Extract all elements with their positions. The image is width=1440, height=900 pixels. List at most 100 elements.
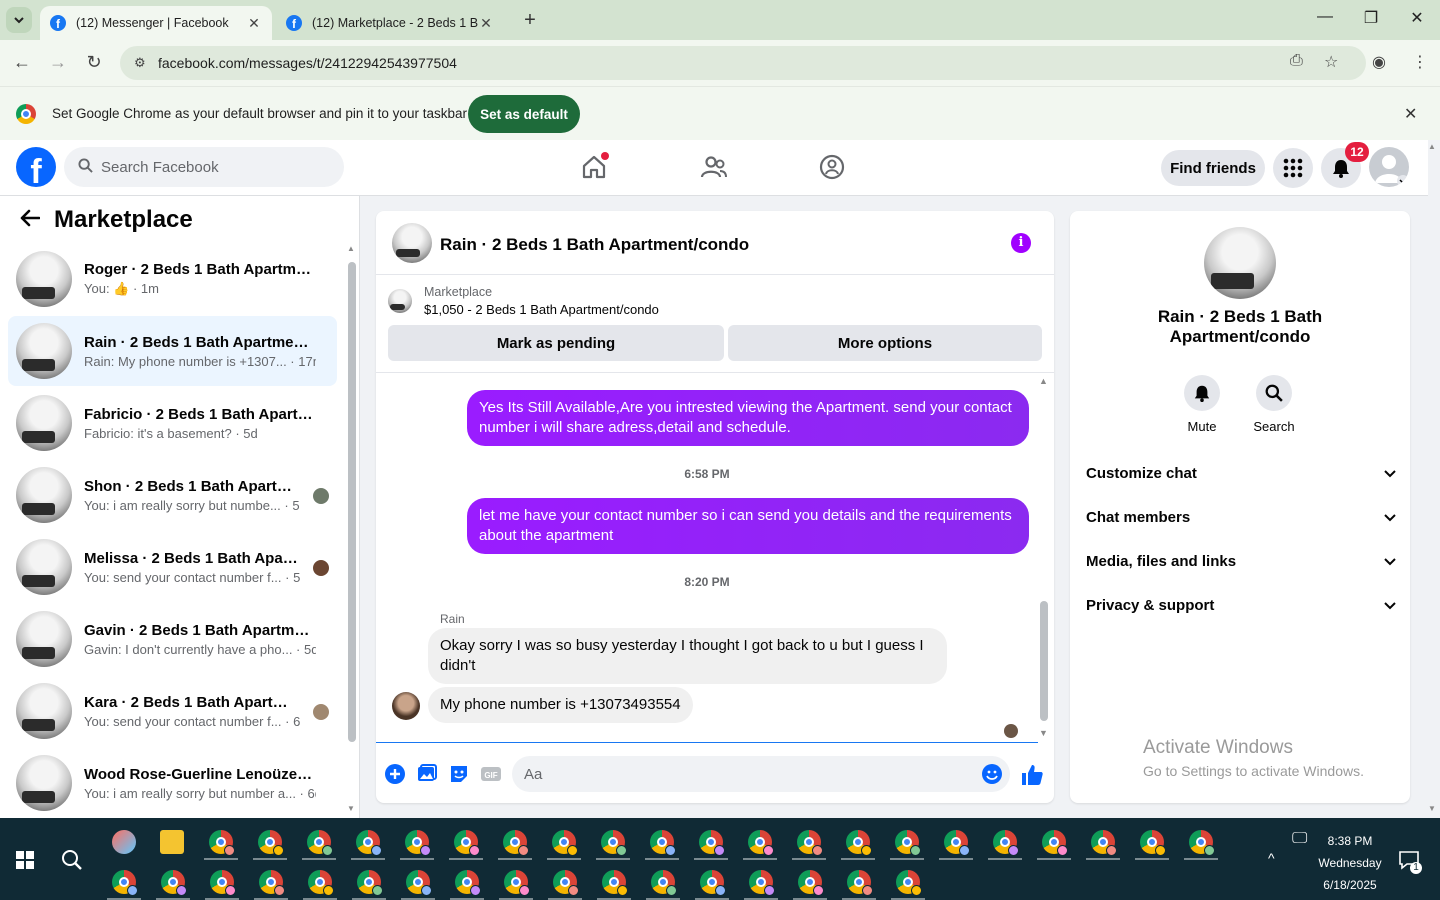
chrome-profile-icon[interactable] <box>651 870 677 896</box>
conversation-item-active[interactable]: Rain · 2 Beds 1 Bath Apartment/condo Rain… <box>8 316 337 386</box>
chrome-profile-icon[interactable] <box>405 830 431 856</box>
close-tab-icon[interactable]: ✕ <box>246 15 262 32</box>
page-scroll-down-arrow[interactable]: ▼ <box>1428 804 1436 813</box>
chrome-profile-icon[interactable] <box>846 830 872 856</box>
taskbar-clock[interactable]: 8:38 PM Wednesday 6/18/2025 <box>1310 830 1390 896</box>
chrome-profile-icon[interactable] <box>112 870 138 896</box>
paint-app-icon[interactable] <box>112 830 136 854</box>
back-arrow-icon[interactable] <box>20 207 41 233</box>
chat-scroll-up-arrow[interactable]: ▲ <box>1039 376 1048 386</box>
conversation-item[interactable]: Kara · 2 Beds 1 Bath Apartment/condo You:… <box>8 676 337 746</box>
listing-large-thumbnail[interactable] <box>1204 227 1276 299</box>
maximize-button[interactable]: ❐ <box>1356 8 1386 28</box>
conversation-item[interactable]: Roger · 2 Beds 1 Bath Apartment/condo You… <box>8 244 337 314</box>
conversation-info-icon[interactable]: i <box>1011 233 1031 253</box>
menu-kebab-icon[interactable]: ⋮ <box>1412 52 1428 72</box>
reload-button[interactable]: ↻ <box>82 52 106 73</box>
chrome-profile-icon[interactable] <box>406 870 432 896</box>
chrome-profile-icon[interactable] <box>944 830 970 856</box>
chrome-profile-icon[interactable] <box>552 830 578 856</box>
chrome-profile-icon[interactable] <box>503 830 529 856</box>
chrome-profile-icon[interactable] <box>553 870 579 896</box>
message-bubble-received[interactable]: My phone number is +13073493554 <box>428 687 693 723</box>
sticker-icon[interactable] <box>448 763 470 785</box>
chrome-profile-icon[interactable] <box>748 830 774 856</box>
taskbar-search-icon[interactable] <box>60 848 84 878</box>
tab-marketplace[interactable]: f (12) Marketplace - 2 Beds 1 Bath Apart… <box>276 6 506 40</box>
message-bubble-sent[interactable]: let me have your contact number so i can… <box>467 498 1029 554</box>
back-button[interactable]: ← <box>10 52 34 73</box>
start-button[interactable] <box>16 851 34 869</box>
tab-messenger[interactable]: f (12) Messenger | Facebook ✕ <box>40 6 272 40</box>
media-files-links-section[interactable]: Media, files and links <box>1086 543 1396 579</box>
sender-avatar[interactable] <box>392 692 420 720</box>
friends-icon[interactable] <box>700 153 728 181</box>
network-icon[interactable]: 🖵 <box>1292 830 1307 848</box>
chrome-profile-icon[interactable] <box>455 870 481 896</box>
chat-scrollbar-thumb[interactable] <box>1040 601 1048 721</box>
chrome-profile-icon[interactable] <box>602 870 628 896</box>
bookmark-star-icon[interactable]: ☆ <box>1324 52 1338 72</box>
photo-icon[interactable] <box>416 763 438 785</box>
page-scroll-up-arrow[interactable]: ▲ <box>1428 142 1436 151</box>
chrome-profile-icon[interactable] <box>700 870 726 896</box>
chrome-profile-icon[interactable] <box>504 870 530 896</box>
forward-button[interactable]: → <box>46 52 70 73</box>
chrome-profile-icon[interactable] <box>210 870 236 896</box>
chrome-profile-icon[interactable] <box>1189 830 1215 856</box>
facebook-search-input[interactable]: Search Facebook <box>64 147 344 187</box>
set-as-default-button[interactable]: Set as default <box>468 95 580 133</box>
chrome-profile-icon[interactable] <box>798 870 824 896</box>
chat-scroll-down-arrow[interactable]: ▼ <box>1039 728 1048 738</box>
account-avatar[interactable] <box>1369 147 1409 187</box>
chrome-profile-icon[interactable] <box>749 870 775 896</box>
chrome-profile-icon[interactable] <box>258 830 284 856</box>
privacy-support-section[interactable]: Privacy & support <box>1086 587 1396 623</box>
search-in-conversation-button[interactable]: Search <box>1244 375 1304 434</box>
tab-search-button[interactable] <box>6 7 32 33</box>
message-bubble-received[interactable]: Okay sorry I was so busy yesterday I tho… <box>428 628 947 684</box>
chrome-profile-icon[interactable] <box>699 830 725 856</box>
find-friends-button[interactable]: Find friends <box>1161 150 1265 186</box>
close-tab-icon[interactable]: ✕ <box>478 15 494 32</box>
chrome-profile-icon[interactable] <box>209 830 235 856</box>
listing-summary[interactable]: Marketplace $1,050 - 2 Beds 1 Bath Apart… <box>388 285 659 317</box>
chrome-profile-icon[interactable] <box>308 870 334 896</box>
inbox-scroll-up-arrow[interactable]: ▲ <box>347 244 355 253</box>
chat-members-section[interactable]: Chat members <box>1086 499 1396 535</box>
chrome-profile-icon[interactable] <box>993 830 1019 856</box>
customize-chat-section[interactable]: Customize chat <box>1086 455 1396 491</box>
chrome-profile-icon[interactable] <box>1091 830 1117 856</box>
inbox-scrollbar-thumb[interactable] <box>348 262 356 742</box>
close-window-button[interactable]: ✕ <box>1402 8 1432 28</box>
file-explorer-icon[interactable] <box>160 830 184 854</box>
chat-title[interactable]: Rain · 2 Beds 1 Bath Apartment/condo <box>440 235 749 255</box>
thumbs-up-icon[interactable] <box>1020 763 1044 787</box>
chrome-profile-icon[interactable] <box>895 830 921 856</box>
plus-circle-icon[interactable] <box>384 763 406 785</box>
chrome-profile-icon[interactable] <box>259 870 285 896</box>
show-hidden-icons-chevron[interactable]: ^ <box>1268 850 1275 866</box>
install-app-icon[interactable]: ⎙ <box>1290 52 1303 70</box>
gif-icon[interactable]: GIF <box>480 763 502 785</box>
inbox-scroll-down-arrow[interactable]: ▼ <box>347 804 355 813</box>
chrome-profile-icon[interactable] <box>847 870 873 896</box>
chrome-profile-icon[interactable] <box>161 870 187 896</box>
menu-grid-button[interactable] <box>1273 148 1313 188</box>
mute-button[interactable]: Mute <box>1172 375 1232 434</box>
chrome-profile-icon[interactable] <box>601 830 627 856</box>
conversation-item[interactable]: Shon · 2 Beds 1 Bath Apartment/condo You:… <box>8 460 337 530</box>
chrome-profile-icon[interactable] <box>1140 830 1166 856</box>
chrome-profile-icon[interactable] <box>307 830 333 856</box>
conversation-item[interactable]: Melissa · 2 Beds 1 Bath Apartment/condo Y… <box>8 532 337 602</box>
message-input[interactable] <box>512 756 1010 792</box>
mark-as-pending-button[interactable]: Mark as pending <box>388 325 724 361</box>
chrome-profile-icon[interactable] <box>356 830 382 856</box>
chrome-profile-icon[interactable] <box>797 830 823 856</box>
site-settings-icon[interactable]: ⚙ <box>134 55 150 71</box>
new-tab-button[interactable]: + <box>518 9 542 32</box>
conversation-item[interactable]: Gavin · 2 Beds 1 Bath Apartment/condo Gav… <box>8 604 337 674</box>
profile-icon[interactable]: ◉ <box>1372 52 1386 72</box>
conversation-item[interactable]: Wood Rose-Guerline Lenoüze · 2 Beds 1 Ba… <box>8 748 337 818</box>
facebook-logo-icon[interactable]: f <box>16 147 56 187</box>
